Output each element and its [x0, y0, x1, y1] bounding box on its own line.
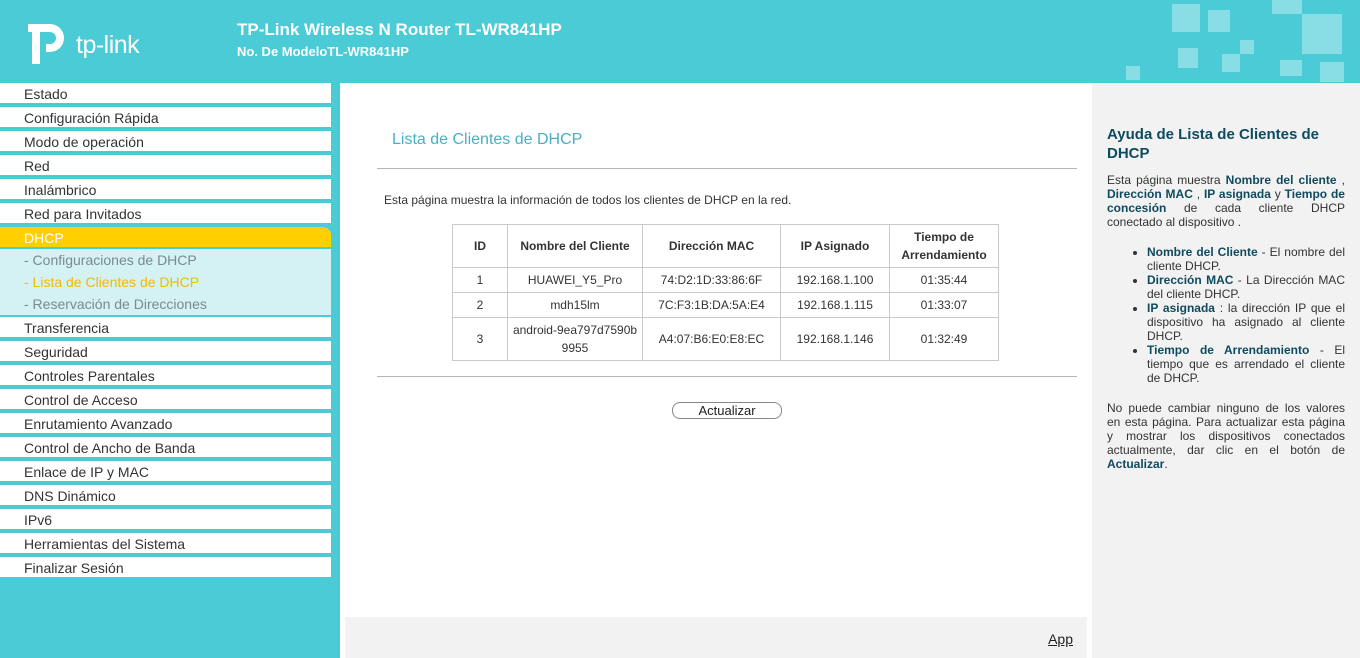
cell-ip: 192.168.1.100 [780, 267, 890, 293]
cell-lease-time: 01:35:44 [889, 267, 999, 293]
cell-client-name: android-9ea797d7590b9955 [507, 317, 643, 361]
help-bullet: Nombre del Cliente - El nombre del clien… [1147, 245, 1345, 273]
table-row: 3 android-9ea797d7590b9955 A4:07:B6:E0:E… [452, 317, 999, 361]
table-row: 1 HUAWEI_Y5_Pro 74:D2:1D:33:86:6F 192.16… [452, 267, 999, 293]
help-text: , [1192, 187, 1204, 201]
header-decoration [1320, 62, 1344, 82]
sidebar-item-control-acceso[interactable]: Control de Acceso [0, 389, 331, 411]
sidebar-item-inalambrico[interactable]: Inalámbrico [0, 179, 331, 201]
main-content: Lista de Clientes de DHCP Esta página mu… [340, 83, 1092, 658]
refresh-button[interactable]: Actualizar [672, 402, 782, 419]
help-bullet: Tiempo de Arrendamiento - El tiempo que … [1147, 343, 1345, 385]
column-header-client-name: Nombre del Cliente [507, 224, 643, 268]
submenu-item-configuraciones-dhcp[interactable]: - Configuraciones de DHCP [24, 249, 197, 271]
help-text: No puede cambiar ninguno de los valores … [1107, 401, 1345, 457]
dhcp-submenu: - Configuraciones de DHCP - Lista de Cli… [0, 249, 331, 315]
cell-id: 2 [452, 292, 508, 318]
sidebar-item-red-invitados[interactable]: Red para Invitados [0, 203, 331, 225]
header-decoration [1240, 40, 1254, 54]
sidebar-item-configuracion-rapida[interactable]: Configuración Rápida [0, 107, 331, 129]
help-text: y [1270, 187, 1285, 201]
header: tp-link TP-Link Wireless N Router TL-WR8… [0, 0, 1360, 83]
help-bullet-list: Nombre del Cliente - El nombre del clien… [1147, 245, 1345, 385]
help-bullet: IP asignada : la dirección IP que el dis… [1147, 301, 1345, 343]
sidebar-item-seguridad[interactable]: Seguridad [0, 341, 331, 363]
help-term: IP asignada [1203, 187, 1271, 201]
help-title: Ayuda de Lista de Clientes de DHCP [1107, 126, 1319, 162]
help-panel: Ayuda de Lista de Clientes de DHCP Esta … [1092, 83, 1360, 658]
divider [377, 376, 1077, 377]
submenu-item-reservacion-direcciones[interactable]: - Reservación de Direcciones [24, 293, 207, 315]
column-header-mac: Dirección MAC [642, 224, 781, 268]
header-decoration [1208, 10, 1230, 32]
sidebar-menu: Estado Configuración Rápida Modo de oper… [0, 83, 340, 658]
cell-client-name: HUAWEI_Y5_Pro [507, 267, 643, 293]
column-header-lease-time: Tiempo de Arrendamiento [889, 224, 999, 268]
cell-id: 3 [452, 317, 508, 361]
help-bullet: Dirección MAC - La Dirección MAC del cli… [1147, 273, 1345, 301]
cell-lease-time: 01:32:49 [889, 317, 999, 361]
header-decoration [1172, 4, 1200, 32]
cell-ip: 192.168.1.146 [780, 317, 890, 361]
sidebar-item-controles-parentales[interactable]: Controles Parentales [0, 365, 331, 387]
help-term: Nombre del cliente [1225, 173, 1337, 187]
page-title: Lista de Clientes de DHCP [392, 131, 583, 148]
cell-mac: 7C:F3:1B:DA:5A:E4 [642, 292, 781, 318]
header-decoration [1272, 0, 1302, 14]
help-term: Actualizar [1107, 457, 1165, 471]
help-text: Esta página muestra [1107, 173, 1226, 187]
table-header-row: ID Nombre del Cliente Dirección MAC IP A… [452, 224, 999, 268]
help-intro: Esta página muestra Nombre del cliente ,… [1107, 173, 1345, 229]
model-number: No. De ModeloTL-WR841HP [237, 44, 409, 59]
footer-bar: App [345, 617, 1087, 658]
help-text: . [1164, 457, 1168, 471]
cell-mac: A4:07:B6:E0:E8:EC [642, 317, 781, 361]
page-description: Esta página muestra la información de to… [384, 193, 792, 207]
logo-text: tp-link [76, 31, 140, 59]
divider [377, 168, 1077, 169]
help-text: , [1336, 173, 1345, 187]
cell-id: 1 [452, 267, 508, 293]
sidebar-item-dhcp[interactable]: DHCP [0, 227, 331, 249]
app-link[interactable]: App [1048, 631, 1073, 647]
sidebar-item-ipv6[interactable]: IPv6 [0, 509, 331, 531]
sidebar-item-red[interactable]: Red [0, 155, 331, 177]
cell-mac: 74:D2:1D:33:86:6F [642, 267, 781, 293]
cell-client-name: mdh15lm [507, 292, 643, 318]
sidebar-item-estado[interactable]: Estado [0, 83, 331, 105]
dhcp-clients-table: ID Nombre del Cliente Dirección MAC IP A… [452, 224, 999, 361]
help-term: IP asignada [1147, 301, 1215, 315]
help-note: No puede cambiar ninguno de los valores … [1107, 401, 1345, 471]
header-decoration [1280, 60, 1302, 76]
sidebar-item-control-ancho-banda[interactable]: Control de Ancho de Banda [0, 437, 331, 459]
column-header-ip: IP Asignado [780, 224, 890, 268]
sidebar-item-modo-operacion[interactable]: Modo de operación [0, 131, 331, 153]
header-decoration [1222, 54, 1240, 72]
sidebar-item-enlace-ip-mac[interactable]: Enlace de IP y MAC [0, 461, 331, 483]
tp-link-logo-icon [28, 24, 64, 64]
help-term: Nombre del Cliente [1147, 245, 1258, 259]
sidebar-item-herramientas-sistema[interactable]: Herramientas del Sistema [0, 533, 331, 555]
tp-link-logo: tp-link [24, 18, 164, 70]
table-row: 2 mdh15lm 7C:F3:1B:DA:5A:E4 192.168.1.11… [452, 292, 999, 318]
sidebar-item-finalizar-sesion[interactable]: Finalizar Sesión [0, 557, 331, 579]
sidebar-item-enrutamiento-avanzado[interactable]: Enrutamiento Avanzado [0, 413, 331, 435]
help-term: Tiempo de Arrendamiento [1147, 343, 1310, 357]
cell-lease-time: 01:33:07 [889, 292, 999, 318]
help-term: Dirección MAC [1147, 273, 1234, 287]
submenu-item-lista-clientes-dhcp[interactable]: - Lista de Clientes de DHCP [24, 271, 199, 293]
column-header-id: ID [452, 224, 508, 268]
header-decoration [1126, 66, 1140, 80]
sidebar-item-transferencia[interactable]: Transferencia [0, 317, 331, 339]
header-decoration [1178, 48, 1198, 68]
sidebar-item-dns-dinamico[interactable]: DNS Dinámico [0, 485, 331, 507]
header-decoration [1302, 14, 1342, 54]
router-title: TP-Link Wireless N Router TL-WR841HP [237, 20, 562, 39]
help-term: Dirección MAC [1107, 187, 1193, 201]
cell-ip: 192.168.1.115 [780, 292, 890, 318]
